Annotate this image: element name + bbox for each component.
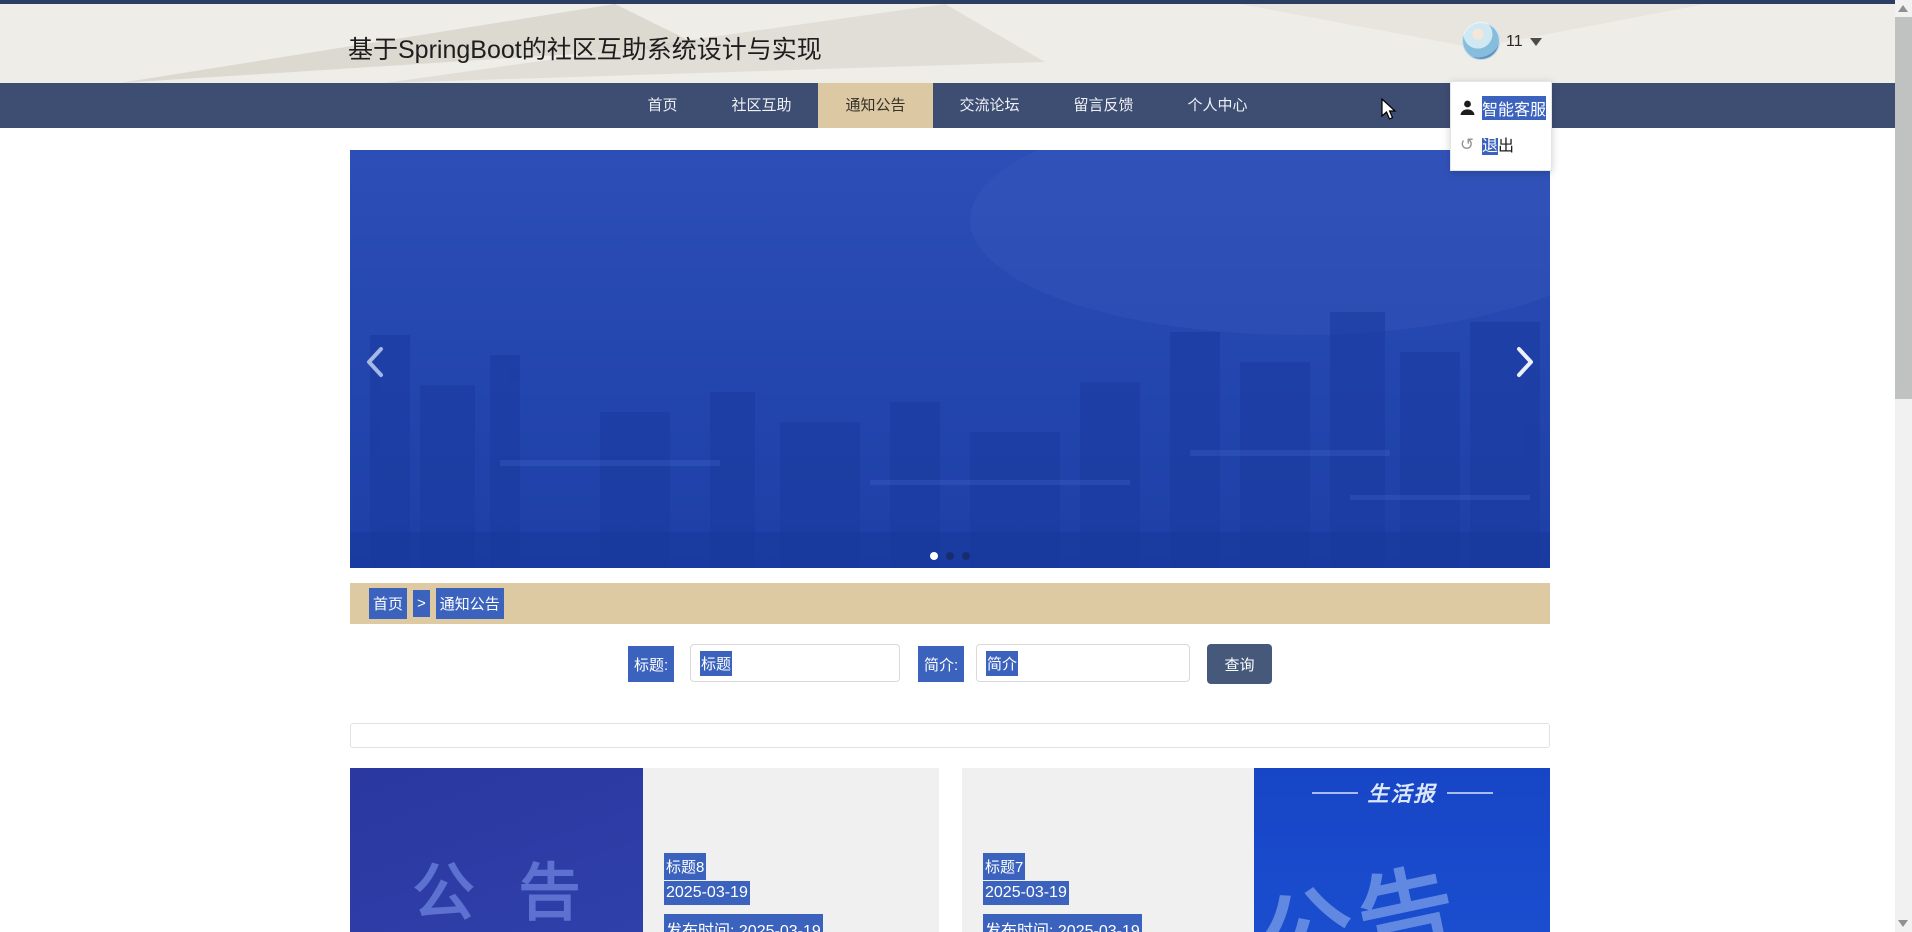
menu-item-smart-service[interactable]: 智能客服 (1451, 90, 1551, 126)
nav-item-forum[interactable]: 交流论坛 (933, 83, 1047, 128)
query-button[interactable]: 查询 (1207, 644, 1272, 684)
breadcrumb-current: 通知公告 (435, 588, 504, 619)
menu-item-label: 智能客服 (1482, 96, 1547, 120)
masthead-text: 生活报 (1367, 783, 1437, 806)
masthead-rule (1311, 792, 1358, 794)
breadcrumb: 首页 > 通知公告 (350, 583, 1550, 624)
cityscape-image (350, 150, 1550, 568)
nav-item-notices[interactable]: 通知公告 (818, 83, 933, 128)
menu-item-logout[interactable]: ↺ 退出 (1451, 126, 1551, 162)
carousel-dot[interactable] (946, 552, 954, 560)
empty-list-panel (350, 723, 1550, 748)
notice-card[interactable]: 标题8 2025-03-19 发布时间: 2025-03-19 (643, 768, 939, 932)
nav-item-home[interactable]: 首页 (620, 83, 704, 128)
masthead-rule (1446, 792, 1493, 794)
menu-item-label-selected: 退 (1482, 138, 1499, 155)
scroll-up-icon[interactable] (1898, 5, 1908, 12)
notice-date: 2025-03-19 (983, 881, 1069, 905)
title-input[interactable]: 标题 (690, 644, 900, 682)
caret-down-icon (1529, 38, 1542, 46)
header-decoration (120, 4, 1705, 83)
menu-item-label-rest: 出 (1498, 138, 1515, 155)
intro-input-value: 简介 (986, 650, 1019, 676)
breadcrumb-home[interactable]: 首页 (369, 588, 408, 619)
logout-icon: ↺ (1459, 134, 1475, 154)
title-label: 标题: (628, 646, 675, 682)
carousel-prev-button[interactable] (358, 342, 392, 382)
username: 11 (1506, 33, 1523, 50)
notice-card[interactable]: 标题7 2025-03-19 发布时间: 2025-03-19 (962, 768, 1254, 932)
nav-item-community-help[interactable]: 社区互助 (704, 83, 818, 128)
notice-publish-time: 发布时间: 2025-03-19 (983, 914, 1142, 932)
carousel-dot[interactable] (962, 552, 970, 560)
chevron-right-icon (1517, 347, 1533, 377)
notice-date: 2025-03-19 (664, 881, 750, 905)
header: 基于SpringBoot的社区互助系统设计与实现 11 (0, 4, 1895, 83)
intro-label: 简介: (918, 646, 965, 682)
notice-cards: 公告 标题8 2025-03-19 发布时间: 2025-03-19 标题7 2… (350, 768, 1550, 932)
notice-title: 标题7 (983, 853, 1026, 880)
title-input-value: 标题 (700, 650, 733, 676)
carousel-dots (350, 552, 1550, 560)
page-title: 基于SpringBoot的社区互助系统设计与实现 (348, 36, 822, 64)
carousel-next-button[interactable] (1508, 342, 1542, 382)
user-dropdown-menu: 智能客服 ↺ 退出 (1450, 81, 1552, 171)
user-menu-trigger[interactable]: 11 (1506, 28, 1542, 56)
scroll-down-icon[interactable] (1898, 920, 1908, 927)
page: 基于SpringBoot的社区互助系统设计与实现 11 首页 社区互助 通知公告… (0, 0, 1912, 932)
nav-item-feedback[interactable]: 留言反馈 (1047, 83, 1161, 128)
main-nav: 首页 社区互助 通知公告 交流论坛 留言反馈 个人中心 (0, 83, 1895, 128)
intro-input[interactable]: 简介 (976, 644, 1190, 682)
notice-image-masthead: 生活报 (1254, 778, 1550, 808)
scrollbar[interactable] (1895, 0, 1912, 932)
nav-item-personal-center[interactable]: 个人中心 (1161, 83, 1275, 128)
notice-image[interactable]: 公告 (350, 768, 643, 932)
scrollbar-thumb[interactable] (1895, 17, 1912, 399)
chevron-left-icon (367, 347, 383, 377)
breadcrumb-separator: > (413, 590, 430, 617)
notice-image-text: 公告 (1254, 852, 1471, 932)
notice-title: 标题8 (664, 853, 707, 880)
avatar[interactable] (1462, 22, 1500, 60)
banner-carousel (350, 150, 1550, 568)
notice-image[interactable]: 生活报 公告 (1254, 768, 1550, 932)
notice-image-text: 公告 (412, 859, 625, 928)
carousel-dot[interactable] (930, 552, 938, 560)
person-icon (1459, 100, 1475, 116)
notice-publish-time: 发布时间: 2025-03-19 (664, 914, 823, 932)
search-form: 标题: 标题 简介: 简介 查询 (350, 640, 1550, 688)
